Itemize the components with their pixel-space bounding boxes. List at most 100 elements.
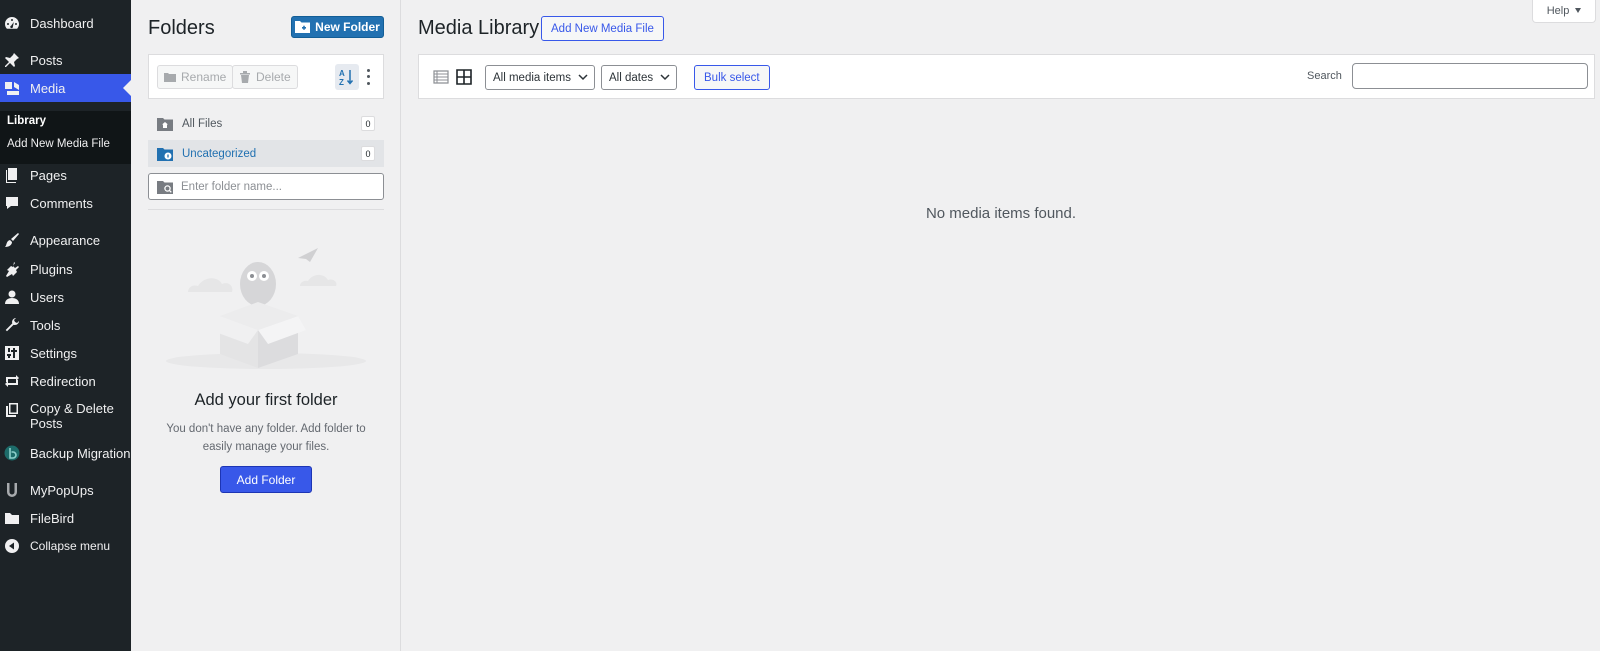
- media-type-filter[interactable]: All media items: [485, 65, 595, 90]
- folders-title: Folders: [148, 17, 215, 39]
- pin-icon: [4, 52, 20, 68]
- folder-toolbar: Rename Delete AZ: [148, 54, 384, 99]
- folder-label: Uncategorized: [182, 147, 257, 160]
- menu-item-plugins[interactable]: Plugins: [0, 255, 131, 283]
- menu-label: Appearance: [30, 232, 101, 248]
- more-options-button[interactable]: [363, 67, 373, 87]
- menu-item-copy-delete-posts[interactable]: Copy & Delete Posts: [0, 401, 131, 437]
- menu-label: Redirection: [30, 373, 96, 389]
- menu-label: Users: [30, 289, 64, 305]
- submenu-add-new-media-file[interactable]: Add New Media File: [7, 138, 110, 150]
- menu-label: Dashboard: [30, 15, 94, 31]
- folder-row-uncategorized[interactable]: Uncategorized 0: [148, 140, 384, 167]
- list-view-icon[interactable]: [433, 69, 449, 85]
- media-search-input[interactable]: [1352, 63, 1588, 89]
- menu-label: Plugins: [30, 261, 73, 277]
- bulk-select-button[interactable]: Bulk select: [694, 65, 770, 90]
- empty-state-description: You don't have any folder. Add folder to…: [166, 423, 366, 453]
- collapse-icon: [4, 538, 20, 554]
- divider: [148, 209, 384, 210]
- chevron-down-icon: [578, 74, 588, 81]
- menu-item-mypopups[interactable]: MyPopUps: [0, 476, 131, 504]
- sort-az-icon: AZ: [339, 69, 354, 86]
- menu-item-settings[interactable]: Settings: [0, 339, 131, 367]
- folder-search-field[interactable]: [148, 173, 384, 200]
- media-icon: [4, 80, 20, 96]
- menu-item-media[interactable]: Media: [0, 74, 131, 102]
- no-media-message: No media items found.: [925, 205, 1077, 222]
- mypopups-icon: [4, 482, 20, 498]
- page-title: Media Library: [418, 17, 540, 39]
- media-toolbar: All media items All dates Bulk select Se…: [418, 54, 1595, 99]
- menu-item-tools[interactable]: Tools: [0, 311, 131, 339]
- folder-count: 0: [361, 116, 375, 131]
- menu-label: Copy & Delete Posts: [30, 401, 114, 431]
- main-content: Media Library Add New Media File Help Al…: [402, 0, 1600, 651]
- media-type-value: All media items: [493, 71, 571, 84]
- menu-item-posts[interactable]: Posts: [0, 46, 131, 74]
- help-tab-button[interactable]: Help: [1532, 0, 1596, 23]
- sort-button[interactable]: AZ: [335, 64, 359, 90]
- rename-button[interactable]: Rename: [157, 65, 234, 89]
- folder-label: All Files: [182, 117, 223, 130]
- dashboard-icon: [4, 15, 20, 31]
- svg-text:A: A: [339, 69, 345, 78]
- delete-button[interactable]: Delete: [232, 65, 298, 89]
- menu-label: Comments: [30, 195, 93, 211]
- help-label: Help: [1546, 4, 1570, 17]
- menu-label: Tools: [30, 317, 61, 333]
- folder-count: 0: [361, 146, 375, 161]
- folder-panel: Folders New Folder Rename Delete AZ All …: [131, 0, 401, 651]
- folder-edit-icon: [164, 73, 176, 82]
- menu-item-filebird[interactable]: FileBird: [0, 504, 131, 532]
- collapse-menu-button[interactable]: Collapse menu: [0, 532, 131, 560]
- folder-name-input[interactable]: [181, 180, 371, 193]
- menu-label: MyPopUps: [30, 482, 94, 498]
- menu-item-pages[interactable]: Pages: [0, 161, 131, 189]
- menu-label: Media: [30, 80, 66, 96]
- menu-label: Collapse menu: [30, 539, 111, 553]
- folder-home-icon: [157, 117, 173, 131]
- empty-state-title: Add your first folder: [194, 391, 338, 409]
- menu-label: Pages: [30, 167, 67, 183]
- wrench-icon: [4, 317, 20, 333]
- add-folder-button[interactable]: Add Folder: [220, 466, 312, 493]
- folder-search-icon: [157, 180, 173, 194]
- delete-label: Delete: [256, 70, 291, 84]
- comment-icon: [4, 195, 20, 211]
- menu-label: Settings: [30, 345, 77, 361]
- submenu-library[interactable]: Library: [7, 115, 46, 127]
- menu-item-dashboard[interactable]: Dashboard: [0, 9, 131, 37]
- menu-label: Backup Migration: [30, 445, 131, 461]
- new-folder-label: New Folder: [315, 20, 380, 34]
- menu-item-redirection[interactable]: Redirection: [0, 367, 131, 395]
- menu-item-backup-migration[interactable]: Backup Migration: [0, 439, 131, 467]
- folder-info-icon: [157, 147, 173, 161]
- menu-label: Posts: [30, 52, 63, 68]
- menu-label: FileBird: [30, 510, 75, 526]
- admin-sidebar: Dashboard Posts Media Library Add New Me…: [0, 0, 131, 651]
- date-filter[interactable]: All dates: [601, 65, 678, 90]
- folder-plus-icon: [295, 21, 311, 33]
- brush-icon: [4, 232, 20, 248]
- empty-folder-illustration: [166, 248, 366, 369]
- media-submenu: Library Add New Media File: [0, 111, 131, 164]
- add-new-media-file-button[interactable]: Add New Media File: [541, 16, 664, 41]
- grid-view-icon[interactable]: [456, 69, 472, 85]
- user-icon: [4, 289, 20, 305]
- search-label: Search: [1307, 70, 1342, 82]
- folder-icon: [4, 510, 20, 526]
- menu-item-appearance[interactable]: Appearance: [0, 226, 131, 254]
- folder-row-all-files[interactable]: All Files 0: [148, 110, 384, 137]
- caret-down-icon: [1575, 8, 1582, 13]
- settings-icon: [4, 345, 20, 361]
- trash-icon: [240, 71, 250, 83]
- menu-item-comments[interactable]: Comments: [0, 189, 131, 217]
- new-folder-button[interactable]: New Folder: [291, 16, 384, 38]
- copy-icon: [4, 402, 20, 418]
- date-filter-value: All dates: [609, 71, 654, 84]
- rename-label: Rename: [181, 70, 227, 84]
- redirect-icon: [4, 373, 20, 389]
- pages-icon: [4, 167, 20, 183]
- menu-item-users[interactable]: Users: [0, 283, 131, 311]
